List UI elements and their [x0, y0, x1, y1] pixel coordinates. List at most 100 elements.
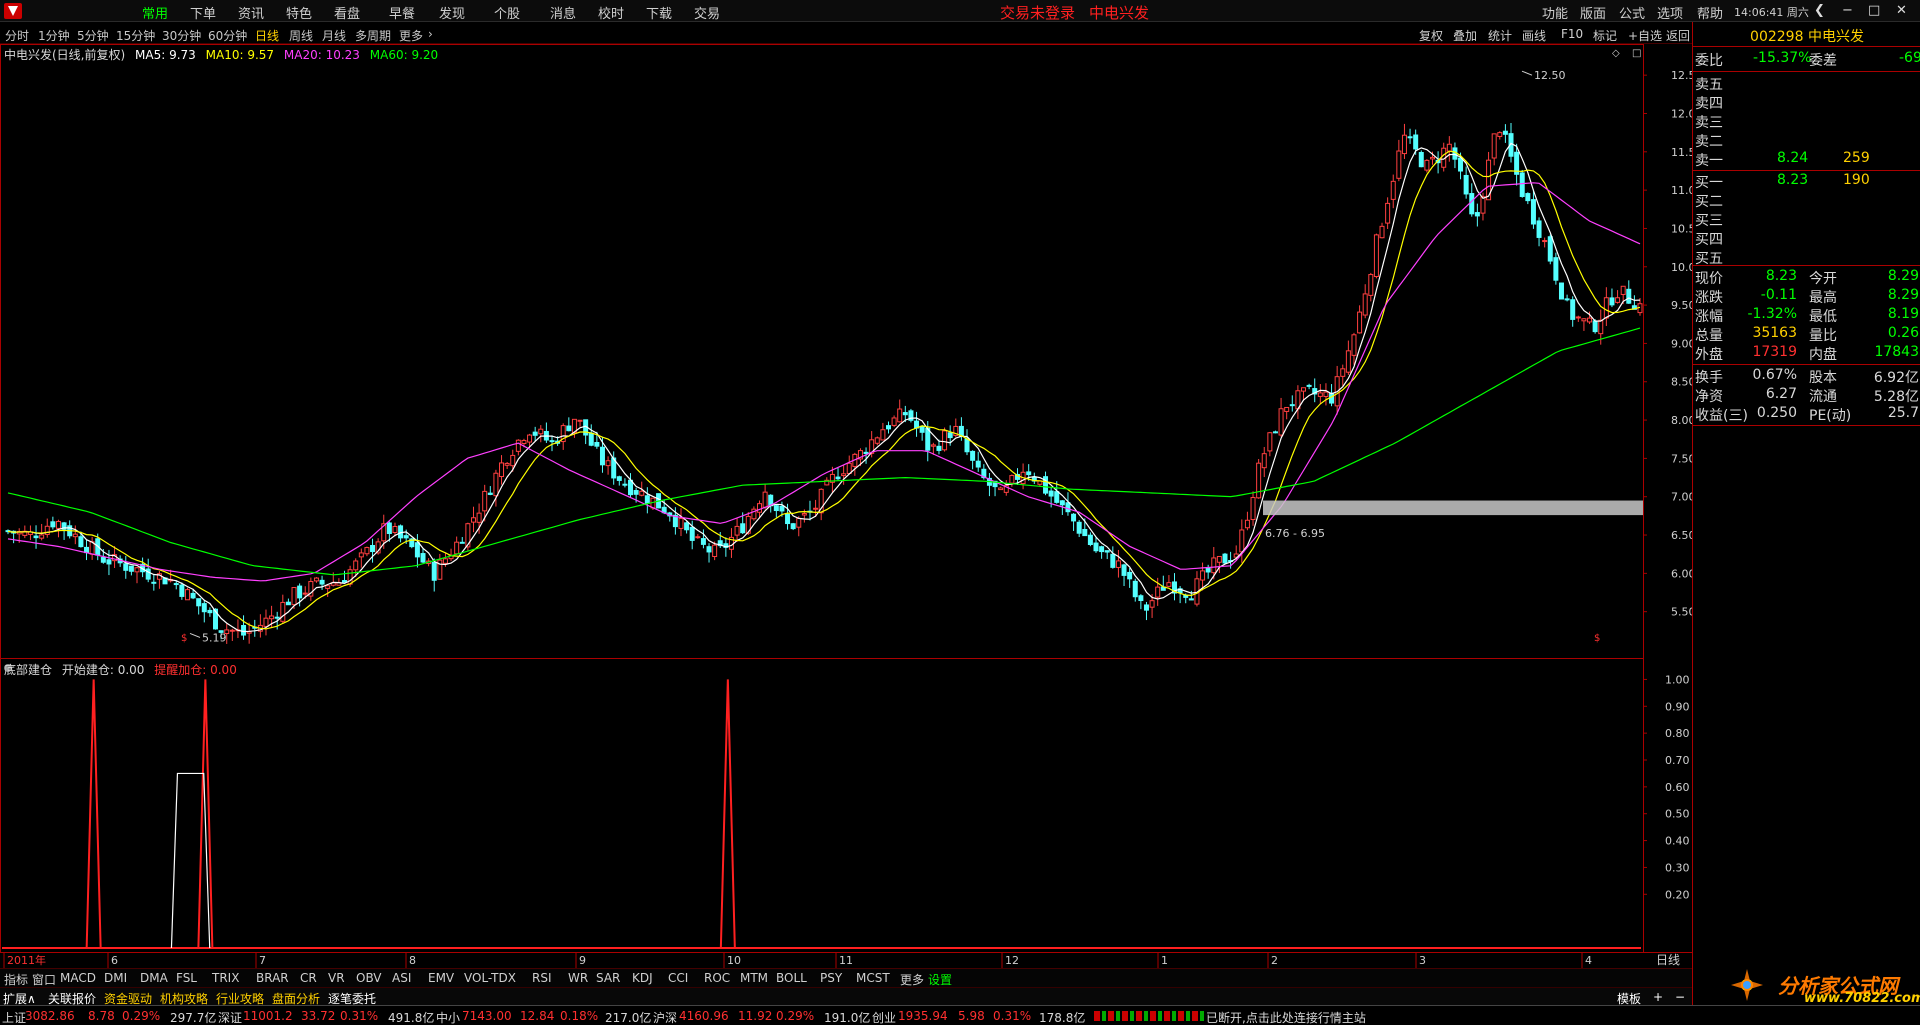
quote-header[interactable]: 002298 中电兴发 [1693, 26, 1920, 46]
buy-level-label: 买四 [1695, 232, 1723, 248]
indicator-tab[interactable]: PSY [820, 971, 842, 985]
zoom-out-icon[interactable]: − [1675, 990, 1685, 1004]
indicator-tab[interactable]: MCST [856, 971, 890, 985]
candle-body [1587, 317, 1593, 323]
indicator-tab[interactable]: 指标 [4, 971, 28, 988]
chart-svg[interactable]: 12.5012.0011.5011.0010.5010.009.509.008.… [0, 44, 1692, 968]
menu-bangzhu[interactable]: 帮助 [1697, 3, 1723, 22]
indicator-tab[interactable]: ASI [392, 971, 411, 985]
menu-zaocan[interactable]: 早餐 [389, 3, 415, 22]
menu-banmian[interactable]: 版面 [1580, 3, 1606, 22]
candle-body [1558, 282, 1564, 300]
indicator-tab[interactable]: CR [300, 971, 317, 985]
sell-row[interactable]: 卖三 [1693, 112, 1920, 131]
period-5min[interactable]: 5分钟 [77, 27, 109, 44]
indicator-tab[interactable]: FSL [176, 971, 197, 985]
index-cy-label[interactable]: 创业 [872, 1009, 896, 1025]
indicator-tab[interactable]: KDJ [632, 971, 653, 985]
buy-row[interactable]: 买二 [1693, 191, 1920, 210]
indicator-tab[interactable]: VR [328, 971, 345, 985]
index-sh-label[interactable]: 上证 [2, 1009, 26, 1025]
menu-faxian[interactable]: 发现 [439, 3, 465, 22]
zoom-in-icon[interactable]: + [1653, 990, 1663, 1004]
indicator-tab[interactable]: MACD [60, 971, 96, 985]
tool-add-watchlist[interactable]: +自选 [1628, 27, 1662, 44]
period-monthly[interactable]: 月线 [322, 27, 346, 44]
buy-row[interactable]: 买一 8.23 190 [1693, 172, 1920, 191]
indicator-tab[interactable]: ROC [704, 971, 730, 985]
menu-xiadan[interactable]: 下单 [190, 3, 216, 22]
indicator-tab[interactable]: TRIX [212, 971, 239, 985]
minimize-icon[interactable]: − [1842, 3, 1853, 18]
tool-biaoji[interactable]: 标记 [1593, 27, 1617, 44]
indicator-name[interactable]: 底部建仓 [4, 663, 52, 677]
sell-row[interactable]: 卖一 8.24 259 [1693, 150, 1920, 169]
menu-xiazai[interactable]: 下载 [646, 3, 672, 22]
indicator-tab[interactable]: BOLL [776, 971, 807, 985]
indicator-tab[interactable]: VOL-TDX [464, 971, 516, 985]
period-15min[interactable]: 15分钟 [116, 27, 155, 44]
tool-diejia[interactable]: 叠加 [1453, 27, 1477, 44]
index-sz-label[interactable]: 深证 [218, 1009, 242, 1025]
sell-row[interactable]: 卖二 [1693, 131, 1920, 150]
indicator-tab[interactable]: 窗口 [32, 971, 56, 988]
tool-fuquan[interactable]: 复权 [1419, 27, 1443, 44]
menu-gegu[interactable]: 个股 [494, 3, 520, 22]
trade-login-status[interactable]: 交易未登录 [1000, 4, 1075, 22]
buy-row[interactable]: 买四 [1693, 229, 1920, 248]
period-daily[interactable]: 日线 [255, 27, 279, 44]
high-price-label: 12.50 [1534, 69, 1566, 82]
weicha-value: -69 [1899, 50, 1920, 66]
chart-area[interactable]: 12.5012.0011.5011.0010.5010.009.509.008.… [0, 44, 1692, 1004]
maximize-icon[interactable]: □ [1868, 3, 1880, 18]
tool-f10[interactable]: F10 [1561, 27, 1583, 41]
indicator-tab[interactable]: 更多 [900, 971, 924, 988]
connection-message[interactable]: 已断开,点击此处连接行情主站 [1206, 1009, 1366, 1025]
menu-gongneng[interactable]: 功能 [1542, 3, 1568, 22]
tool-back[interactable]: 返回 [1666, 27, 1690, 44]
indicator-tab[interactable]: SAR [596, 971, 620, 985]
indicator-tab[interactable]: WR [568, 971, 588, 985]
close-icon[interactable]: ✕ [1896, 3, 1907, 18]
stat-label: 涨跌 [1695, 290, 1723, 306]
menu-kanpan[interactable]: 看盘 [334, 3, 360, 22]
indicator-tab[interactable]: 设置 [928, 971, 952, 988]
period-1min[interactable]: 1分钟 [38, 27, 70, 44]
tool-huaxian[interactable]: 画线 [1522, 27, 1546, 44]
period-weekly[interactable]: 周线 [289, 27, 313, 44]
menu-changyong[interactable]: 常用 [142, 3, 168, 22]
indicator-tab[interactable]: DMI [104, 971, 127, 985]
period-more[interactable]: 更多 [399, 27, 423, 44]
sell-row[interactable]: 卖五 [1693, 74, 1920, 93]
tool-tongji[interactable]: 统计 [1488, 27, 1512, 44]
period-multi[interactable]: 多周期 [355, 27, 391, 44]
period-fenshi[interactable]: 分时 [5, 27, 29, 44]
indicator-tab[interactable]: BRAR [256, 971, 289, 985]
sell-row[interactable]: 卖四 [1693, 93, 1920, 112]
buy-row[interactable]: 买三 [1693, 210, 1920, 229]
indicator-tab[interactable]: DMA [140, 971, 168, 985]
index-cy-amount: 178.8亿 [1039, 1011, 1086, 1025]
fundamental-label: PE(动) [1809, 408, 1852, 424]
menu-xiaoxi[interactable]: 消息 [550, 3, 576, 22]
indicator-tab[interactable]: OBV [356, 971, 382, 985]
chevron-right-icon[interactable]: › [428, 27, 433, 41]
app-logo-icon[interactable] [4, 3, 22, 19]
menu-xuanxiang[interactable]: 选项 [1657, 3, 1683, 22]
indicator-tab[interactable]: RSI [532, 971, 552, 985]
candle-body [902, 412, 908, 416]
menu-jiaoyi[interactable]: 交易 [694, 3, 720, 22]
period-60min[interactable]: 60分钟 [208, 27, 247, 44]
fundamental-label: 股本 [1809, 370, 1837, 386]
menu-zixun[interactable]: 资讯 [238, 3, 264, 22]
index-hs-label[interactable]: 沪深 [653, 1009, 677, 1025]
index-zx-label[interactable]: 中小 [436, 1009, 460, 1025]
menu-xiaoshi[interactable]: 校时 [598, 3, 624, 22]
indicator-tab[interactable]: CCI [668, 971, 688, 985]
menu-tese[interactable]: 特色 [286, 3, 312, 22]
back-arrow-icon[interactable]: ❮ [1814, 3, 1825, 18]
indicator-tab[interactable]: MTM [740, 971, 768, 985]
menu-gongshi[interactable]: 公式 [1619, 3, 1645, 22]
period-30min[interactable]: 30分钟 [162, 27, 201, 44]
indicator-tab[interactable]: EMV [428, 971, 454, 985]
